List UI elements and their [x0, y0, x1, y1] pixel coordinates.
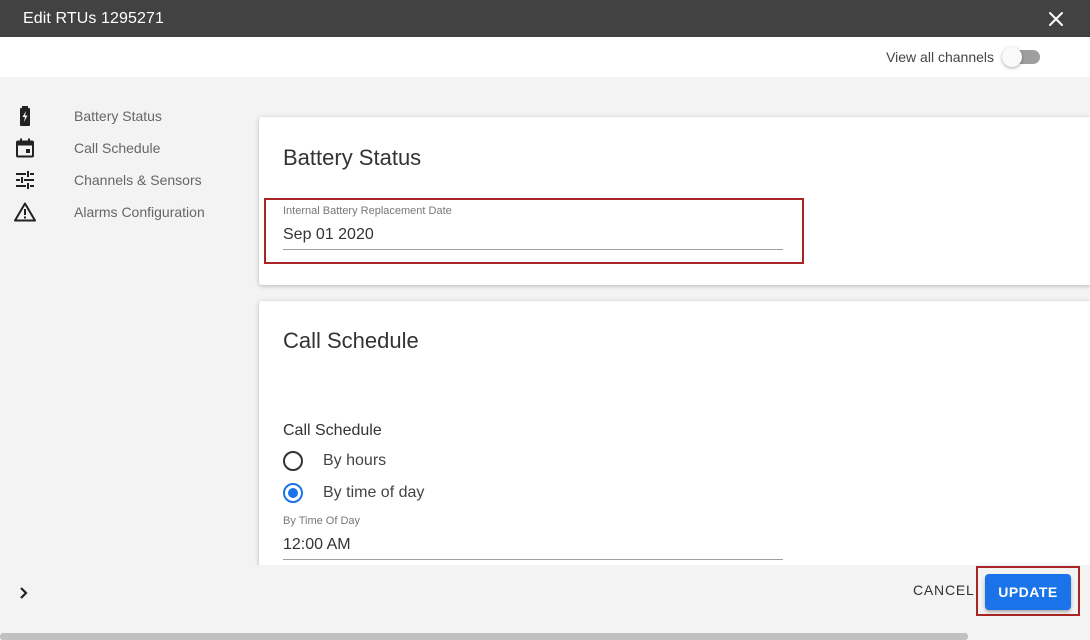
battery-replacement-date-field[interactable]: Internal Battery Replacement Date: [283, 205, 783, 250]
horizontal-scrollbar[interactable]: [0, 633, 1090, 640]
radio-by-hours[interactable]: By hours: [283, 451, 386, 471]
highlight-box: UPDATE: [976, 566, 1080, 616]
close-icon: [1049, 11, 1063, 26]
sidebar-item-call-schedule[interactable]: Call Schedule: [0, 132, 250, 164]
calendar-icon: [13, 136, 37, 160]
cancel-button[interactable]: CANCEL: [905, 575, 983, 605]
sidebar-item-label: Alarms Configuration: [74, 204, 205, 220]
view-all-channels-label: View all channels: [886, 49, 994, 65]
radio-label: By time of day: [323, 484, 425, 501]
radio-label: By hours: [323, 452, 387, 469]
radio-unchecked[interactable]: [283, 451, 303, 471]
chevron-right-icon: [20, 587, 28, 599]
battery-replacement-date-input[interactable]: [283, 226, 783, 249]
toggle-knob: [1002, 47, 1022, 67]
time-of-day-field[interactable]: By Time Of Day: [283, 515, 783, 560]
sidebar-item-channels-sensors[interactable]: Channels & Sensors: [0, 164, 250, 196]
sidebar-item-battery-status[interactable]: Battery Status: [0, 100, 250, 132]
time-of-day-input[interactable]: [283, 536, 783, 559]
field-label: Internal Battery Replacement Date: [283, 205, 452, 217]
battery-status-title: Battery Status: [283, 145, 422, 170]
view-all-channels-toggle[interactable]: [1002, 47, 1040, 67]
expand-sidebar-button[interactable]: [14, 583, 34, 603]
sidebar-item-label: Battery Status: [74, 108, 162, 124]
call-schedule-title: Call Schedule: [283, 328, 419, 353]
dialog-titlebar: Edit RTUs 1295271: [0, 0, 1090, 37]
sliders-icon: [13, 168, 37, 192]
call-schedule-section-label: Call Schedule: [283, 422, 382, 439]
sidebar-item-label: Call Schedule: [74, 140, 161, 156]
toolbar: View all channels: [0, 37, 1090, 77]
sidebar-nav: Battery Status Call Schedule Channels & …: [0, 100, 250, 228]
update-button[interactable]: UPDATE: [985, 574, 1071, 610]
field-label: By Time Of Day: [283, 515, 361, 527]
radio-checked[interactable]: [283, 483, 303, 503]
call-schedule-card: Call Schedule Call Schedule By hours By …: [259, 301, 1090, 571]
sidebar-item-label: Channels & Sensors: [74, 172, 202, 188]
dialog-footer: CANCEL UPDATE: [0, 565, 1090, 633]
dialog-title: Edit RTUs 1295271: [23, 9, 165, 27]
battery-icon: [13, 104, 37, 128]
sidebar-item-alarms-configuration[interactable]: Alarms Configuration: [0, 196, 250, 228]
radio-by-time-of-day[interactable]: By time of day: [283, 483, 424, 503]
warning-icon: [13, 200, 37, 224]
close-button[interactable]: [1046, 9, 1066, 29]
scrollbar-thumb[interactable]: [0, 633, 968, 640]
battery-status-card: Battery Status Internal Battery Replacem…: [259, 117, 1090, 285]
